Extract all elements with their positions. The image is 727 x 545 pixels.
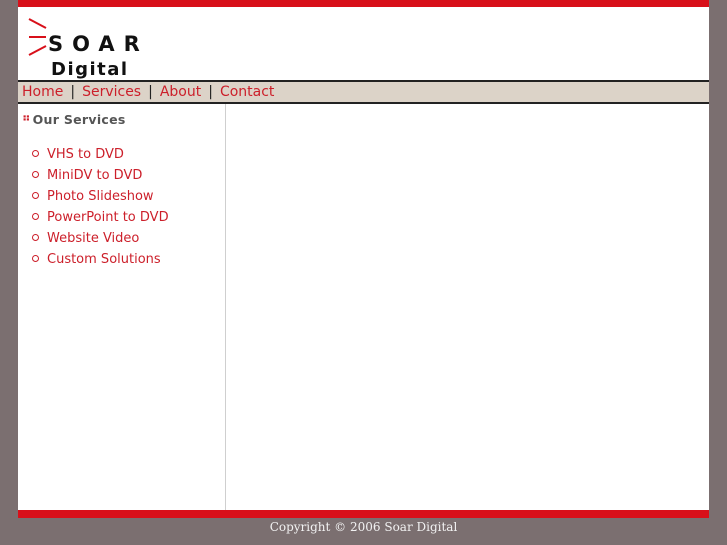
footer-copyright: Copyright © 2006 Soar Digital: [269, 520, 458, 534]
nav-contact-link[interactable]: Contact: [220, 84, 274, 100]
nav-separator: |: [148, 84, 153, 100]
list-item: PowerPoint to DVD: [32, 207, 169, 228]
nav-separator: |: [70, 84, 76, 100]
grip-dots-icon: ⠛: [22, 114, 31, 127]
circle-bullet-icon: [32, 234, 39, 241]
service-link-custom-solutions[interactable]: Custom Solutions: [47, 252, 161, 267]
main-content: [226, 104, 709, 510]
page-container: SOAR Digital Home | Services | About | Contact…: [18, 0, 709, 518]
circle-bullet-icon: [32, 213, 39, 220]
circle-bullet-icon: [32, 192, 39, 199]
logo-word-soar: SOAR: [48, 32, 149, 56]
service-link-vhs-to-dvd[interactable]: VHS to DVD: [47, 147, 124, 162]
sidebar-title: ⠛ Our Services: [22, 112, 126, 127]
circle-bullet-icon: [32, 171, 39, 178]
list-item: Website Video: [32, 228, 169, 249]
service-link-website-video[interactable]: Website Video: [47, 231, 139, 246]
sidebar-title-label: Our Services: [32, 112, 126, 127]
list-item: MiniDV to DVD: [32, 165, 169, 186]
soar-digital-logo[interactable]: SOAR Digital: [28, 17, 178, 80]
circle-bullet-icon: [32, 255, 39, 262]
services-list: VHS to DVD MiniDV to DVD Photo Slideshow…: [32, 144, 169, 270]
logo-word-digital: Digital: [51, 59, 129, 80]
header: SOAR Digital: [18, 7, 709, 80]
service-link-minidv-to-dvd[interactable]: MiniDV to DVD: [47, 168, 142, 183]
service-link-powerpoint-to-dvd[interactable]: PowerPoint to DVD: [47, 210, 169, 225]
nav-about-link[interactable]: About: [160, 84, 201, 100]
list-item: Photo Slideshow: [32, 186, 169, 207]
service-link-photo-slideshow[interactable]: Photo Slideshow: [47, 189, 154, 204]
list-item: VHS to DVD: [32, 144, 169, 165]
bottom-accent-bar: [18, 510, 709, 518]
nav-home-link[interactable]: Home: [22, 84, 63, 100]
sidebar: ⠛ Our Services VHS to DVD MiniDV to DVD P…: [18, 104, 226, 510]
main-nav: Home | Services | About | Contact: [18, 80, 709, 104]
list-item: Custom Solutions: [32, 249, 169, 270]
circle-bullet-icon: [32, 150, 39, 157]
top-accent-bar: [18, 0, 709, 7]
nav-services-link[interactable]: Services: [82, 84, 141, 100]
nav-separator: |: [208, 84, 213, 100]
